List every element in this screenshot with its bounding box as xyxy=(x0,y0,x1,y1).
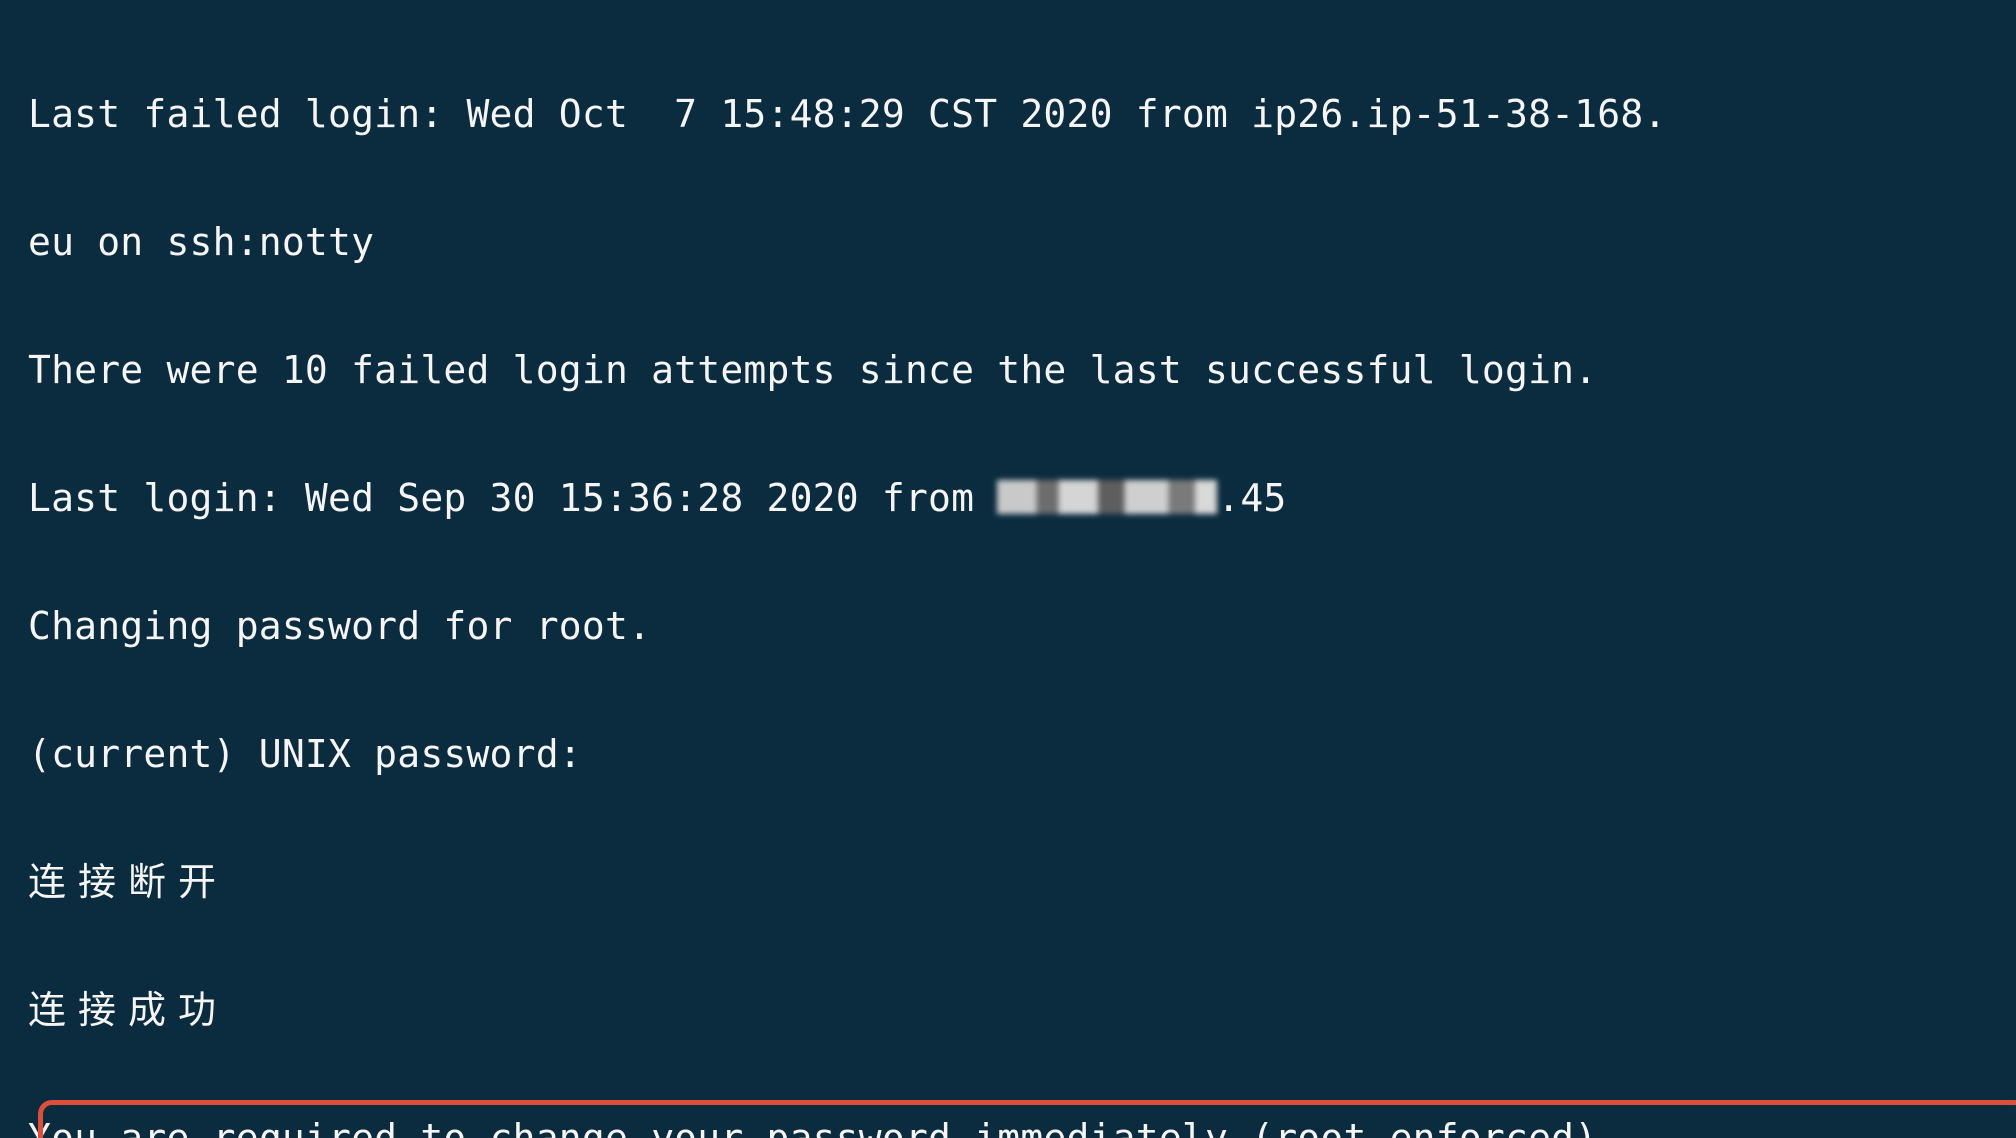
terminal-text: Last login: Wed Sep 30 15:36:28 2020 fro… xyxy=(28,476,997,520)
terminal-text: .45 xyxy=(1217,476,1286,520)
terminal-line: Changing password for root. xyxy=(28,594,2016,658)
terminal-line: eu on ssh:notty xyxy=(28,210,2016,274)
terminal-line: (current) UNIX password: xyxy=(28,722,2016,786)
terminal-line-connected: 连接成功 xyxy=(28,978,2016,1042)
terminal-line: Last login: Wed Sep 30 15:36:28 2020 fro… xyxy=(28,466,2016,530)
terminal-output[interactable]: Last failed login: Wed Oct 7 15:48:29 CS… xyxy=(0,0,2016,1138)
terminal-line-highlighted: You are required to change your password… xyxy=(28,1106,2016,1138)
password-change-required-message: You are required to change your password… xyxy=(28,1116,1597,1138)
terminal-line: Last failed login: Wed Oct 7 15:48:29 CS… xyxy=(28,82,2016,146)
terminal-line: There were 10 failed login attempts sinc… xyxy=(28,338,2016,402)
terminal-line-disconnected: 连接断开 xyxy=(28,850,2016,914)
redacted-ip xyxy=(997,480,1217,514)
